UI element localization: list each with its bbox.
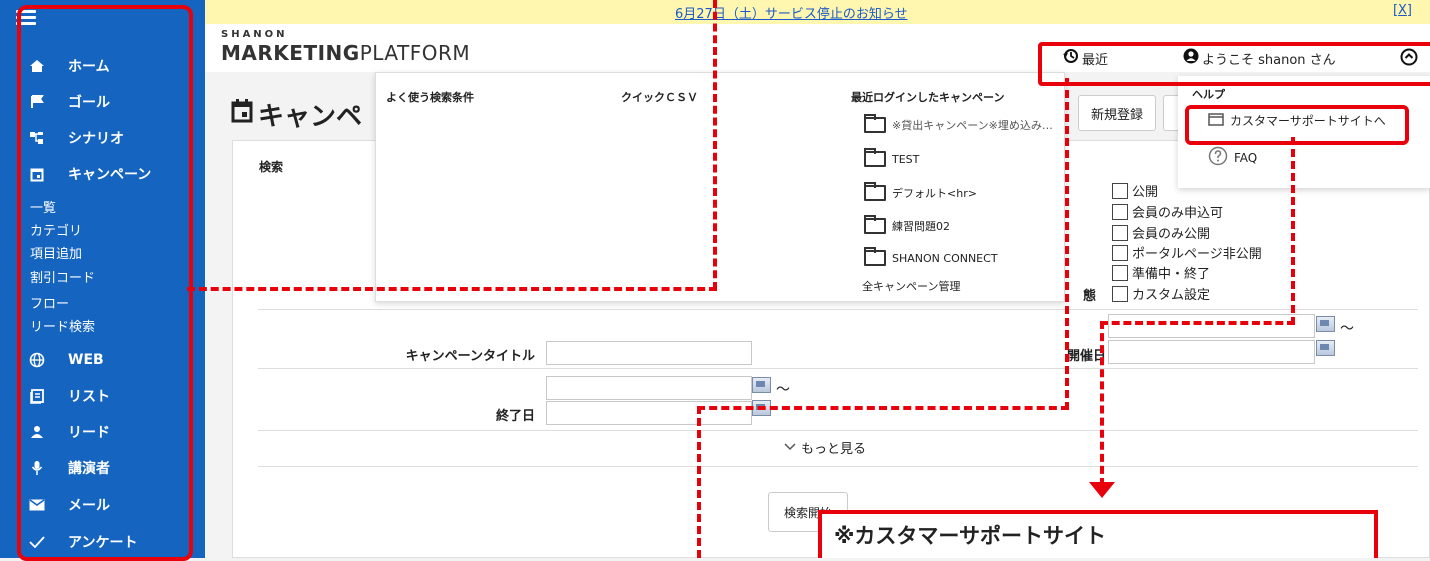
calendar-icon bbox=[230, 98, 254, 131]
annotation-dashed-line bbox=[1100, 321, 1104, 486]
range-tilde: ～ bbox=[1340, 321, 1354, 337]
annotation-dashed-line bbox=[1291, 137, 1295, 325]
held-date-to-input[interactable] bbox=[1108, 340, 1315, 364]
campaign-title-input[interactable] bbox=[546, 341, 752, 365]
page-title-text: キャンペ bbox=[258, 102, 363, 132]
recent-campaign-link[interactable]: ※貸出キャンペーン※埋め込み… bbox=[864, 114, 1053, 133]
status-label-fragment: 態 bbox=[1083, 289, 1097, 304]
folder-icon bbox=[864, 182, 886, 201]
favorite-search-heading[interactable]: よく使う検索条件 bbox=[386, 89, 474, 105]
all-campaigns-link[interactable]: 全キャンペーン管理 bbox=[862, 278, 960, 294]
new-register-button[interactable]: 新規登録 bbox=[1078, 95, 1156, 131]
annotation-callout: ※カスタマーサポートサイト bbox=[818, 510, 1378, 558]
recent-campaign-link[interactable]: デフォルト<hr> bbox=[864, 182, 977, 201]
held-date-label: 開催日 bbox=[1066, 349, 1106, 364]
service-notice-link[interactable]: 6月27日（土）サービス停止のお知らせ bbox=[675, 3, 908, 22]
help-heading: ヘルプ bbox=[1192, 88, 1225, 101]
logo-product: MARKETINGPLATFORM bbox=[221, 41, 470, 65]
folder-icon bbox=[864, 114, 886, 133]
status-option[interactable]: カスタム設定 bbox=[1112, 284, 1210, 303]
status-option[interactable]: 公開 bbox=[1112, 181, 1158, 200]
service-notice-bar: 6月27日（土）サービス停止のお知らせ [X] bbox=[205, 0, 1430, 24]
campaign-name: デフォルト<hr> bbox=[892, 187, 977, 200]
annotation-dashed-line bbox=[1065, 78, 1069, 410]
callout-text: ※カスタマーサポートサイト bbox=[834, 524, 1106, 548]
recent-campaigns-heading: 最近ログインしたキャンペーン bbox=[851, 91, 1005, 104]
annotation-dashed-line bbox=[713, 0, 717, 290]
status-option[interactable]: 会員のみ申込可 bbox=[1112, 202, 1223, 221]
status-option-label: ポータルページ非公開 bbox=[1132, 247, 1262, 262]
end-date-to-input[interactable] bbox=[546, 401, 752, 425]
calendar-picker-icon[interactable] bbox=[1316, 340, 1335, 356]
status-option[interactable]: 準備中・終了 bbox=[1112, 263, 1210, 282]
divider bbox=[258, 430, 1418, 431]
recent-campaign-link[interactable]: 練習問題02 bbox=[864, 215, 950, 234]
end-date-label: 終了日 bbox=[495, 409, 535, 424]
end-date-from-input[interactable] bbox=[546, 376, 752, 400]
annotation-dashed-line bbox=[187, 287, 717, 291]
divider bbox=[258, 368, 1418, 369]
faq-link[interactable]: FAQ bbox=[1208, 146, 1257, 169]
annotation-dashed-line bbox=[1100, 321, 1295, 325]
checkbox[interactable] bbox=[1112, 285, 1128, 302]
search-heading: 検索 bbox=[259, 160, 284, 174]
campaign-menu-dropdown: よく使う検索条件 クイックＣＳＶ 最近ログインしたキャンペーン ※貸出キャンペー… bbox=[375, 72, 1065, 302]
faq-label: FAQ bbox=[1234, 150, 1258, 165]
notice-close-button[interactable]: [X] bbox=[1393, 3, 1412, 18]
recent-campaign-link[interactable]: SHANON CONNECT bbox=[864, 247, 998, 266]
quick-csv-heading[interactable]: クイックＣＳＶ bbox=[621, 89, 698, 105]
annotation-sidebar-box bbox=[17, 5, 193, 561]
annotation-header-box bbox=[1038, 42, 1430, 86]
campaign-name: TEST bbox=[892, 152, 920, 166]
annotation-arrow-head bbox=[1089, 482, 1115, 498]
show-more-label: もっと見る bbox=[801, 442, 867, 457]
annotation-support-box bbox=[1185, 105, 1409, 145]
folder-icon bbox=[864, 247, 886, 266]
campaign-name: SHANON CONNECT bbox=[892, 251, 998, 265]
logo-product-bold: MARKETING bbox=[221, 41, 360, 65]
calendar-picker-icon[interactable] bbox=[752, 377, 771, 393]
annotation-dashed-line bbox=[697, 406, 1069, 410]
status-option[interactable]: ポータルページ非公開 bbox=[1112, 243, 1262, 262]
chevron-down-icon bbox=[784, 440, 796, 455]
folder-icon bbox=[864, 215, 886, 234]
status-option-label: 会員のみ公開 bbox=[1132, 227, 1211, 242]
question-icon bbox=[1208, 146, 1228, 169]
held-date-from-input[interactable] bbox=[1108, 314, 1315, 338]
folder-icon bbox=[864, 148, 886, 167]
divider bbox=[258, 466, 1418, 467]
page-title: キャンペ bbox=[230, 96, 362, 133]
status-option-label: 公開 bbox=[1132, 185, 1159, 200]
campaign-name: ※貸出キャンペーン※埋め込み… bbox=[892, 119, 1053, 132]
status-option-label: カスタム設定 bbox=[1132, 288, 1211, 303]
checkbox[interactable] bbox=[1112, 264, 1128, 281]
checkbox[interactable] bbox=[1112, 182, 1128, 199]
recent-campaign-link[interactable]: TEST bbox=[864, 148, 920, 167]
status-option-label: 準備中・終了 bbox=[1132, 267, 1211, 282]
annotation-dashed-line bbox=[697, 406, 701, 558]
range-tilde: ～ bbox=[776, 382, 790, 398]
logo-product-rest: PLATFORM bbox=[359, 41, 471, 65]
status-option[interactable]: 会員のみ公開 bbox=[1112, 223, 1210, 242]
campaign-name: 練習問題02 bbox=[892, 220, 950, 233]
show-more-toggle[interactable]: もっと見る bbox=[784, 438, 866, 457]
logo-company: SHANON bbox=[221, 29, 288, 40]
checkbox[interactable] bbox=[1112, 244, 1128, 261]
campaign-title-label: キャンペーンタイトル bbox=[405, 349, 535, 364]
checkbox[interactable] bbox=[1112, 203, 1128, 220]
checkbox[interactable] bbox=[1112, 224, 1128, 241]
calendar-picker-icon[interactable] bbox=[1316, 316, 1335, 332]
divider bbox=[258, 309, 1418, 310]
status-option-label: 会員のみ申込可 bbox=[1132, 206, 1224, 221]
